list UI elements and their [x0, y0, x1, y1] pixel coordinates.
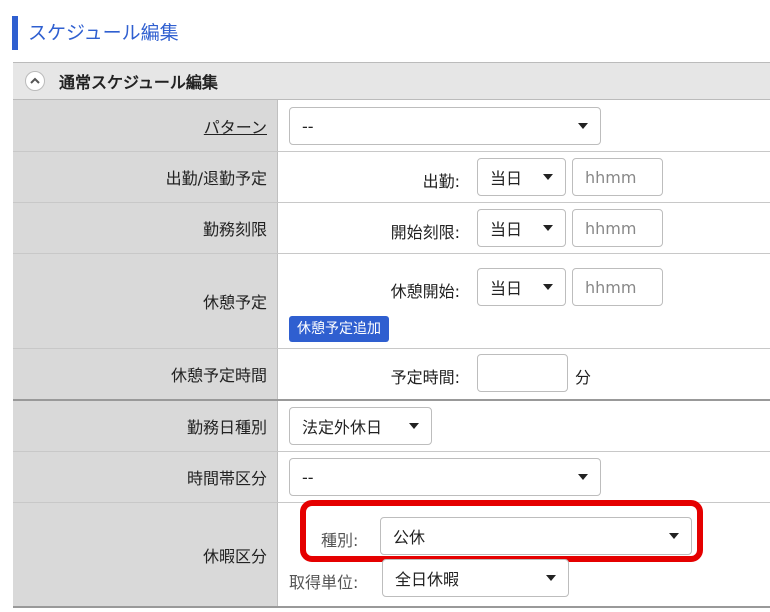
label-break-text: 休憩予定 [202, 293, 267, 312]
label-limit: 勤務刻限 [13, 203, 278, 253]
label-work-day-type: 勤務日種別 [13, 401, 278, 451]
section-title: 通常スケジュール編集 [59, 73, 218, 92]
limit-field-label: 開始刻限: [390, 223, 460, 242]
limit-day-value: 当日 [490, 220, 523, 239]
break-time-field-label: 予定時間: [390, 368, 460, 387]
page-title: スケジュール編集 [12, 16, 752, 50]
attendance-day-select[interactable]: 当日 [477, 158, 566, 196]
label-break: 休憩予定 [13, 254, 278, 348]
label-work-day-type-text: 勤務日種別 [186, 418, 267, 437]
break-day-select[interactable]: 当日 [477, 268, 566, 306]
caret-down-icon [578, 123, 588, 129]
row-work-day-type: 勤務日種別 法定外休日 [13, 401, 770, 452]
add-break-button[interactable]: 休憩予定追加 [289, 316, 389, 342]
caret-down-icon [669, 533, 679, 539]
row-time-zone: 時間帯区分 -- [13, 452, 770, 503]
leave-unit-select[interactable]: 全日休暇 [382, 559, 569, 597]
time-zone-value: -- [302, 467, 314, 487]
leave-unit-value: 全日休暇 [395, 570, 460, 589]
pattern-link[interactable]: パターン [204, 114, 267, 138]
break-duration-input[interactable] [477, 354, 568, 392]
attendance-time-input[interactable]: hhmm [572, 158, 663, 196]
break-field-label: 休憩開始: [390, 282, 460, 301]
label-attendance: 出勤/退勤予定 [13, 152, 278, 202]
leave-type-value: 公休 [393, 528, 426, 547]
row-attendance: 出勤/退勤予定 出勤: 当日 hhmm [13, 152, 770, 203]
attendance-field-label: 出勤: [422, 172, 460, 191]
label-break-time: 休憩予定時間 [13, 349, 278, 399]
label-leave-text: 休暇区分 [202, 547, 267, 566]
break-day-value: 当日 [490, 279, 523, 298]
attendance-day-value: 当日 [490, 169, 523, 188]
work-day-type-select[interactable]: 法定外休日 [289, 407, 432, 445]
label-time-zone-text: 時間帯区分 [186, 469, 267, 488]
caret-down-icon [543, 174, 553, 180]
limit-time-placeholder: hhmm [585, 218, 637, 238]
label-break-time-text: 休憩予定時間 [170, 366, 267, 385]
pattern-select-value: -- [302, 116, 314, 136]
section-header[interactable]: 通常スケジュール編集 [13, 62, 770, 100]
caret-down-icon [543, 225, 553, 231]
leave-unit-label: 取得単位: [289, 573, 359, 592]
row-pattern: パターン -- [13, 100, 770, 152]
schedule-form: パターン -- 出勤/退勤予定 出勤: 当日 hhmm 勤務刻限 開始刻限: 当… [13, 100, 770, 607]
chevron-up-icon[interactable] [25, 71, 45, 91]
label-attendance-text: 出勤/退勤予定 [165, 169, 267, 188]
minutes-unit: 分 [575, 368, 592, 387]
pattern-select[interactable]: -- [289, 107, 601, 145]
limit-time-input[interactable]: hhmm [572, 209, 663, 247]
work-day-type-value: 法定外休日 [302, 418, 383, 437]
label-leave: 休暇区分 [13, 503, 278, 607]
caret-down-icon [543, 284, 553, 290]
caret-down-icon [578, 474, 588, 480]
row-break-time: 休憩予定時間 予定時間: 分 [13, 349, 770, 401]
label-pattern: パターン [13, 100, 278, 151]
attendance-time-placeholder: hhmm [585, 167, 637, 187]
label-limit-text: 勤務刻限 [202, 220, 267, 239]
label-time-zone: 時間帯区分 [13, 452, 278, 502]
break-time-input[interactable]: hhmm [572, 268, 663, 306]
leave-type-label: 種別: [321, 531, 359, 550]
row-leave: 休暇区分 種別: 公休 取得単位: 全日休暇 [13, 500, 770, 607]
limit-day-select[interactable]: 当日 [477, 209, 566, 247]
row-break: 休憩予定 休憩開始: 当日 hhmm 休憩予定追加 [13, 254, 770, 349]
caret-down-icon [546, 575, 556, 581]
leave-type-select[interactable]: 公休 [380, 517, 692, 555]
break-time-placeholder: hhmm [585, 277, 637, 297]
caret-down-icon [409, 423, 419, 429]
table-bottom-border [13, 606, 770, 608]
time-zone-select[interactable]: -- [289, 458, 601, 496]
row-limit: 勤務刻限 開始刻限: 当日 hhmm [13, 203, 770, 254]
